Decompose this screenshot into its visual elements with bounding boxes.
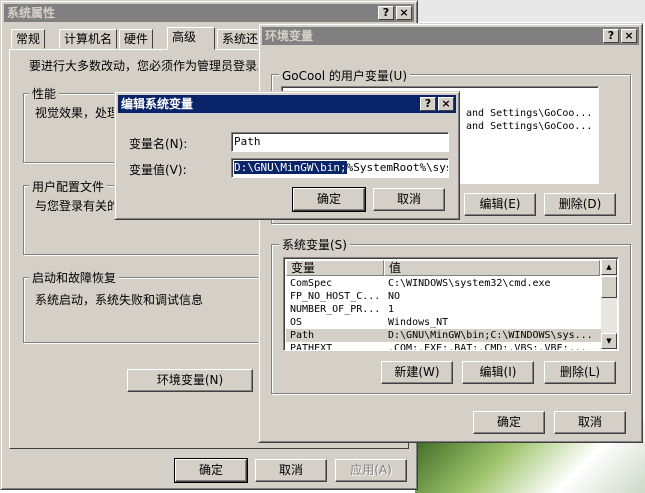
tab-general[interactable]: 常规 (11, 29, 46, 49)
variable-value: C:\WINDOWS\system32\cmd.exe (388, 278, 551, 289)
new-system-variable-button[interactable]: 新建(W) (381, 361, 453, 384)
column-header-value[interactable]: 值 (384, 260, 600, 276)
scroll-down-icon[interactable]: ▼ (601, 333, 617, 349)
ok-button[interactable]: 确定 (174, 458, 248, 483)
variable-value-label: 变量值(V): (129, 163, 187, 177)
help-button[interactable]: ? (420, 97, 436, 111)
close-button[interactable]: × (396, 6, 412, 20)
dialog-title: 编辑系统变量 (121, 97, 194, 111)
variable-name-label: 变量名(N): (129, 137, 188, 151)
help-button[interactable]: ? (378, 6, 394, 20)
window-title: 环境变量 (265, 29, 314, 43)
environment-variables-button[interactable]: 环境变量(N) (127, 369, 253, 392)
apply-button[interactable]: 应用(A) (335, 459, 407, 482)
system-variables-list[interactable]: 变量 值 ComSpec C:\WINDOWS\system32\cmd.exe… (283, 257, 619, 351)
tab-computer-name[interactable]: 计算机名 (59, 29, 118, 49)
user-variables-label: GoCool 的用户变量(U) (279, 67, 410, 84)
user-profile-label: 用户配置文件 (29, 178, 108, 195)
admin-notice: 要进行大多数改动，您必须作为管理员登录。 (29, 59, 270, 73)
startup-label: 启动和故障恢复 (29, 269, 120, 286)
variable-name-field[interactable]: Path (231, 132, 449, 152)
variable-value: Windows_NT (388, 317, 449, 328)
table-row[interactable]: PATHEXT .COM;.EXE;.BAT;.CMD;.VBS;.VBE;..… (286, 342, 602, 351)
window-title: 系统属性 (7, 6, 56, 20)
table-row[interactable]: OS Windows_NT (286, 316, 602, 329)
cancel-button[interactable]: 取消 (373, 188, 445, 211)
ok-button[interactable]: 确定 (473, 411, 545, 434)
environment-variables-window: 环境变量 ? × GoCool 的用户变量(U) and Settings\Go… (258, 23, 643, 443)
user-profile-text: 与您登录有关的 (35, 199, 120, 213)
delete-user-variable-button[interactable]: 删除(D) (544, 193, 616, 216)
system-properties-titlebar: 系统属性 ? × (4, 4, 414, 22)
variable-name: Path (290, 330, 315, 341)
variable-value: .COM;.EXE;.BAT;.CMD;.VBS;.VBE;... (388, 343, 587, 351)
cancel-button[interactable]: 取消 (554, 411, 626, 434)
scroll-up-icon[interactable]: ▲ (601, 259, 617, 275)
table-row[interactable]: ComSpec C:\WINDOWS\system32\cmd.exe (286, 277, 602, 290)
variable-value-field[interactable]: D:\GNU\MinGW\bin;%SystemRoot%\system (231, 158, 449, 178)
table-row[interactable]: NUMBER_OF_PR... 1 (286, 303, 602, 316)
system-variables-label: 系统变量(S) (279, 236, 350, 253)
variable-name: PATHEXT (290, 343, 333, 351)
edit-user-variable-button[interactable]: 编辑(E) (464, 193, 536, 216)
help-button[interactable]: ? (603, 29, 619, 43)
edit-system-variable-dialog: 编辑系统变量 ? × 变量名(N): Path 变量值(V): D:\GNU\M… (114, 91, 460, 220)
startup-text: 系统启动，系统失败和调试信息 (35, 293, 204, 307)
tab-advanced[interactable]: 高级 (167, 27, 215, 50)
edit-system-variable-button[interactable]: 编辑(I) (462, 361, 534, 384)
selected-text: D:\GNU\MinGW\bin; (234, 161, 347, 174)
vertical-scrollbar[interactable]: ▲ ▼ (601, 259, 617, 349)
table-row-selected[interactable]: Path D:\GNU\MinGW\bin;C:\WINDOWS\sys... (286, 329, 602, 342)
variable-value: 1 (388, 304, 395, 315)
edit-dialog-titlebar: 编辑系统变量 ? × (118, 95, 456, 113)
unselected-text: %SystemRoot%\system (346, 161, 448, 174)
variable-value: D:\GNU\MinGW\bin;C:\WINDOWS\sys... (388, 330, 593, 341)
list-item[interactable]: and Settings\GoCoo... (466, 107, 596, 120)
variable-name: ComSpec (290, 278, 333, 289)
scroll-thumb[interactable] (601, 276, 617, 298)
performance-text: 视觉效果，处理 (35, 106, 120, 120)
delete-system-variable-button[interactable]: 删除(L) (544, 361, 616, 384)
tab-system-restore[interactable]: 系统还 (217, 29, 264, 49)
variable-name: OS (290, 317, 303, 328)
column-header-variable[interactable]: 变量 (286, 260, 384, 276)
variable-name: FP_NO_HOST_C... (290, 291, 381, 302)
list-item[interactable]: and Settings\GoCoo... (466, 120, 596, 133)
close-button[interactable]: × (621, 29, 637, 43)
tab-hardware[interactable]: 硬件 (119, 29, 154, 49)
variable-value: NO (388, 291, 401, 302)
environment-variables-titlebar: 环境变量 ? × (262, 27, 639, 45)
cancel-button[interactable]: 取消 (255, 459, 327, 482)
variable-name: NUMBER_OF_PR... (290, 304, 381, 315)
close-button[interactable]: × (438, 97, 454, 111)
desktop-background-top (415, 0, 645, 22)
performance-label: 性能 (29, 85, 60, 102)
table-row[interactable]: FP_NO_HOST_C... NO (286, 290, 602, 303)
ok-button[interactable]: 确定 (292, 187, 366, 212)
